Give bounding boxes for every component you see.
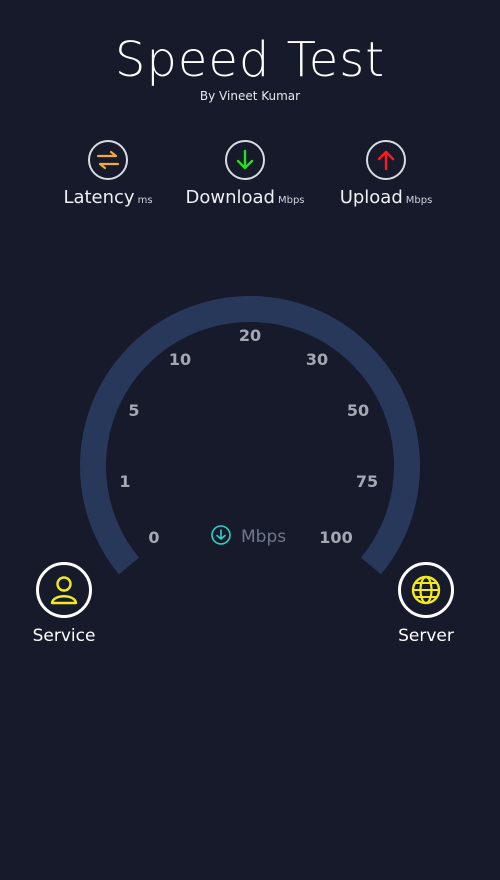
- user-icon: [50, 576, 78, 605]
- gauge-unit-label: Mbps: [241, 527, 286, 547]
- gauge-tick-50: 50: [347, 401, 369, 420]
- service-icon-circle[interactable]: [36, 562, 92, 618]
- gauge-tick-30: 30: [306, 350, 328, 369]
- speed-test-screen: Speed Test By Vineet Kumar Latency ms Dow…: [0, 0, 500, 880]
- gauge-tick-0: 0: [148, 528, 159, 547]
- server-button[interactable]: Server: [376, 562, 476, 646]
- gauge-tick-20: 20: [239, 326, 261, 345]
- gauge-tick-10: 10: [169, 350, 191, 369]
- globe-icon: [411, 575, 441, 605]
- server-label: Server: [398, 626, 454, 646]
- speed-gauge: 0 1 5 10 20 30 50 75 100 Mbps: [80, 296, 420, 575]
- gauge-tick-100: 100: [319, 528, 352, 547]
- service-button[interactable]: Service: [14, 562, 114, 646]
- service-label: Service: [32, 626, 96, 646]
- gauge-tick-75: 75: [356, 472, 378, 491]
- mbps-download-icon: [211, 525, 231, 545]
- gauge-tick-1: 1: [119, 472, 130, 491]
- server-icon-circle[interactable]: [398, 562, 454, 618]
- gauge-tick-5: 5: [128, 401, 139, 420]
